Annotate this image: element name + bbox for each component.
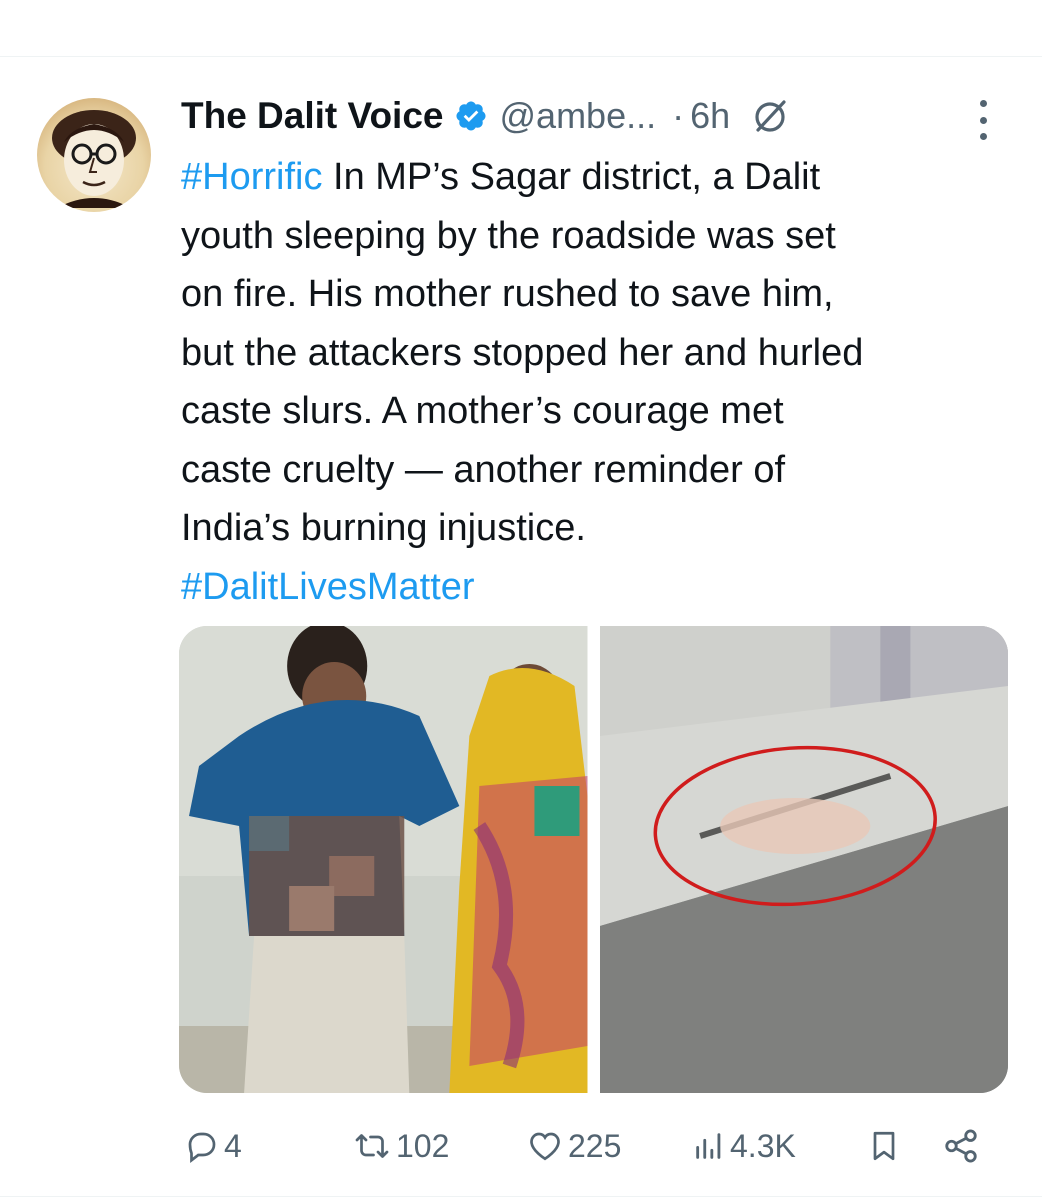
views-button[interactable]: 4.3K (692, 1128, 796, 1165)
like-count: 225 (568, 1127, 622, 1164)
media-photo-1[interactable] (179, 626, 588, 1093)
text-line-3: on fire. His mother rushed to save him, (181, 273, 834, 315)
like-button[interactable]: 225 (526, 1128, 621, 1165)
text-line-7: India’s burning injustice. (181, 507, 586, 549)
display-name[interactable]: The Dalit Voice (181, 95, 444, 137)
text-line-4: but the attackers stopped her and hurled (181, 331, 864, 374)
repost-button[interactable]: 102 (352, 1128, 449, 1165)
share-button[interactable] (942, 1127, 980, 1165)
hashtag-horrific[interactable]: #Horrific (181, 156, 322, 198)
tweet-actions: 4 102 225 4.3K (180, 1118, 1010, 1174)
heart-icon (530, 1132, 560, 1161)
handle[interactable]: @ambe... (500, 95, 657, 137)
more-options-icon[interactable] (968, 100, 998, 140)
tweet-media (179, 626, 1008, 1093)
reply-count: 4 (224, 1127, 242, 1164)
bottom-divider (0, 1196, 1042, 1197)
text-line-2: youth sleeping by the roadside was set (181, 214, 836, 257)
reply-button[interactable]: 4 (184, 1128, 242, 1165)
verified-badge-icon (454, 99, 488, 133)
separator-dot: · (672, 95, 685, 136)
bookmark-icon (873, 1131, 895, 1161)
text-line-1: #Horrific In MP’s Sagar district, a Dali… (181, 148, 1011, 207)
top-divider (0, 56, 1042, 57)
timestamp[interactable]: 6h (690, 95, 730, 137)
repost-icon (355, 1134, 389, 1158)
text-line-1-body: In MP’s Sagar district, a Dalit (322, 156, 821, 198)
repost-count: 102 (396, 1127, 450, 1164)
text-line-6: caste cruelty — another reminder of (181, 448, 786, 491)
tweet-header: The Dalit Voice @ambe... · 6h (181, 92, 790, 140)
avatar-portrait (52, 110, 136, 208)
view-count: 4.3K (730, 1127, 796, 1164)
hashtag-dalitlivesmatter[interactable]: #DalitLivesMatter (181, 566, 475, 608)
grok-icon[interactable] (750, 96, 790, 136)
text-line-5: caste slurs. A mother’s courage met (181, 390, 784, 432)
media-photo-2[interactable] (599, 626, 1008, 1093)
reply-icon (188, 1132, 216, 1164)
avatar[interactable] (37, 98, 151, 212)
text-line-8: #DalitLivesMatter (181, 558, 1011, 617)
analytics-icon (696, 1133, 721, 1159)
tweet-text: #Horrific In MP’s Sagar district, a Dali… (181, 148, 1011, 616)
bookmark-button[interactable] (866, 1128, 902, 1164)
share-icon (945, 1129, 977, 1163)
